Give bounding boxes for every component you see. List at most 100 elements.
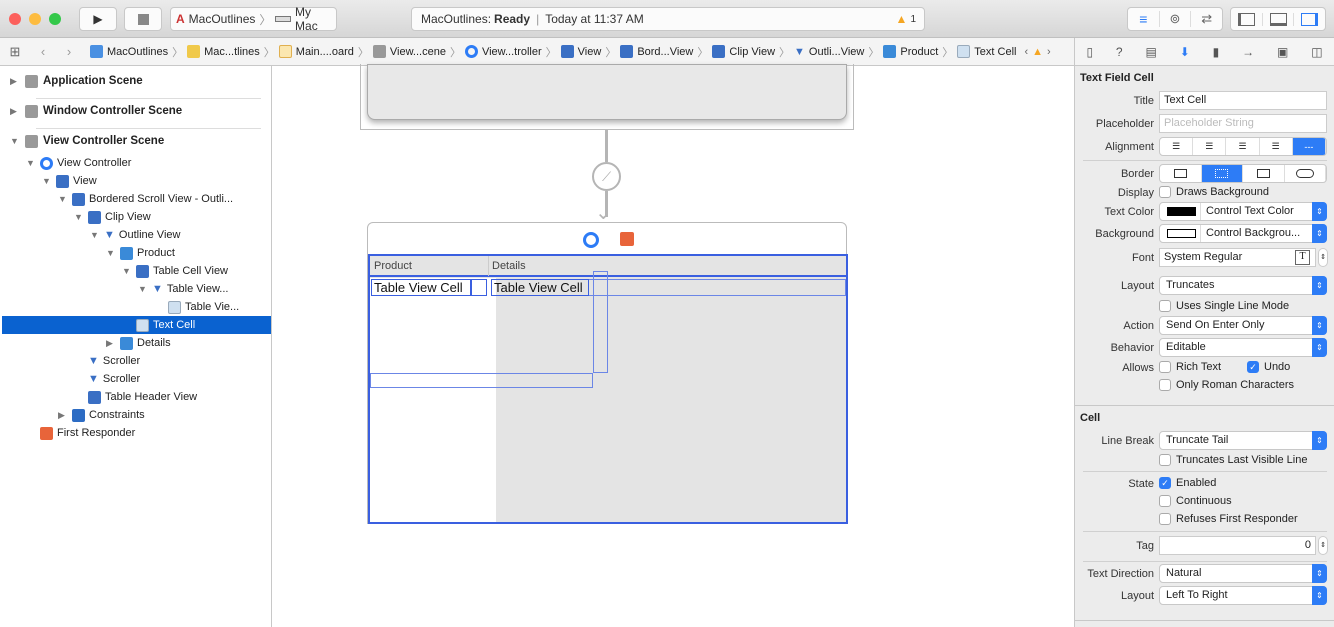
font-field[interactable]: System Regular <box>1159 248 1316 267</box>
bindings-inspector-icon[interactable]: ▣ <box>1277 45 1288 59</box>
size-inspector-icon[interactable]: ▮ <box>1213 45 1220 59</box>
outline-view[interactable]: Product Details Table View Cell Table Vi… <box>368 254 848 524</box>
single-line-checkbox[interactable]: Uses Single Line Mode <box>1159 300 1289 312</box>
placeholder-field[interactable]: Placeholder String <box>1159 114 1327 133</box>
outline-item-first-responder[interactable]: First Responder <box>40 424 135 442</box>
font-size-stepper[interactable]: ⇕ <box>1318 248 1328 267</box>
outline-item-table-cell-view[interactable]: ▼ Table Cell View <box>122 262 228 280</box>
crumb-scene[interactable]: View...cene <box>372 45 446 58</box>
stop-button[interactable] <box>124 7 162 31</box>
help-inspector-icon[interactable]: ? <box>1116 45 1123 59</box>
utilities-toggle-icon[interactable] <box>1294 12 1325 26</box>
view-controller-scene[interactable]: Product Details Table View Cell Table Vi… <box>367 222 848 524</box>
outline-item-table-header-view[interactable]: Table Header View <box>88 388 197 406</box>
crumb-outline-view[interactable]: ▼ Outli...View <box>794 46 864 58</box>
first-responder-icon[interactable] <box>620 232 634 246</box>
title-field[interactable]: Text Cell <box>1159 91 1327 110</box>
border-line-icon[interactable] <box>1201 165 1243 182</box>
warning-indicator[interactable]: ▲ 1 <box>896 12 916 26</box>
align-natural-icon[interactable]: --- <box>1292 138 1326 155</box>
vertical-scroller[interactable] <box>593 271 608 373</box>
crumb-view-controller[interactable]: View...troller <box>464 45 542 58</box>
effects-inspector-icon[interactable]: ◫ <box>1311 45 1322 59</box>
crumb-scroll-view[interactable]: Bord...View <box>620 45 693 58</box>
crumb-storyboard[interactable]: Main....oard <box>278 45 354 58</box>
product-cell[interactable]: Table View Cell <box>371 279 471 296</box>
version-editor-icon[interactable]: ⇄ <box>1191 11 1222 27</box>
action-popup[interactable]: Send On Enter Only ⇕ <box>1159 316 1327 335</box>
layout-direction-popup[interactable]: Left To Right ⇕ <box>1159 586 1327 605</box>
related-items-icon[interactable]: ⊞ <box>0 44 30 60</box>
crumb-project[interactable]: MacOutlines <box>90 45 168 58</box>
draws-background-checkbox[interactable]: Draws Background <box>1159 186 1269 198</box>
storyboard-canvas[interactable]: ⟋ ⌄ Product Details Table View Cell Tabl… <box>272 64 1074 627</box>
details-cell[interactable]: Table View Cell <box>491 279 589 296</box>
outline-item-scroll-view[interactable]: ▼ Bordered Scroll View - Outli... <box>58 190 233 208</box>
scene-view-controller[interactable]: ▼ View Controller Scene <box>10 132 164 150</box>
view-controller-icon[interactable] <box>583 232 599 248</box>
border-bezel-icon[interactable] <box>1243 165 1285 182</box>
zoom-window-button[interactable] <box>49 13 61 25</box>
text-color-popup[interactable]: Control Text Color ⇕ <box>1159 202 1327 221</box>
enabled-checkbox[interactable]: ✓ Enabled <box>1159 477 1216 489</box>
warning-icon[interactable]: ▲ <box>1032 46 1043 58</box>
background-color-popup[interactable]: Control Backgrou... ⇕ <box>1159 224 1327 243</box>
truncates-last-line-checkbox[interactable]: Truncates Last Visible Line <box>1159 454 1307 466</box>
column-header-product[interactable]: Product <box>374 260 412 272</box>
roman-characters-checkbox[interactable]: Only Roman Characters <box>1159 379 1294 391</box>
outline-item-view-controller[interactable]: ▼ View Controller <box>26 154 131 172</box>
crumb-view[interactable]: View <box>560 45 601 58</box>
attributes-inspector-icon[interactable]: ⬇ <box>1180 45 1190 59</box>
previous-issue-button[interactable]: ‹ <box>1024 46 1028 58</box>
crumb-folder[interactable]: Mac...tlines <box>187 45 260 58</box>
identity-inspector-icon[interactable]: ▤ <box>1145 45 1156 59</box>
align-right-icon[interactable]: ☰ <box>1226 138 1260 155</box>
connections-inspector-icon[interactable]: → <box>1242 45 1254 59</box>
minimize-window-button[interactable] <box>29 13 41 25</box>
outline-item-clip-view[interactable]: ▼ Clip View <box>74 208 151 226</box>
next-issue-button[interactable]: › <box>1047 46 1051 58</box>
behavior-popup[interactable]: Editable ⇕ <box>1159 338 1327 357</box>
align-justify-icon[interactable]: ☰ <box>1260 138 1293 155</box>
standard-editor-icon[interactable]: ≡ <box>1128 11 1160 27</box>
line-break-popup[interactable]: Truncate Tail ⇕ <box>1159 431 1327 450</box>
back-button[interactable]: ‹ <box>30 44 56 59</box>
crumb-text-cell[interactable]: Text Cell <box>957 45 1016 58</box>
outline-item-product[interactable]: ▼ Product <box>106 244 175 262</box>
close-window-button[interactable] <box>9 13 21 25</box>
border-none-icon[interactable] <box>1160 165 1202 182</box>
rich-text-checkbox[interactable]: Rich Text <box>1159 361 1221 373</box>
outline-item-outline-view[interactable]: ▼ ▼ Outline View <box>90 226 180 244</box>
outline-item-scroller-2[interactable]: ▼ Scroller <box>88 370 140 388</box>
file-inspector-icon[interactable]: ▯ <box>1086 45 1093 59</box>
outline-item-constraints[interactable]: ▶ Constraints <box>58 406 145 424</box>
refuses-first-responder-checkbox[interactable]: Refuses First Responder <box>1159 513 1298 525</box>
tag-stepper[interactable]: ⇕ <box>1318 536 1328 555</box>
scheme-selector[interactable]: A MacOutlines 〉 My Mac <box>170 5 337 33</box>
scene-application[interactable]: ▶ Application Scene <box>10 72 143 90</box>
text-direction-popup[interactable]: Natural ⇕ <box>1159 564 1327 583</box>
outline-item-details[interactable]: ▶ Details <box>106 334 171 352</box>
debug-toggle-icon[interactable] <box>1263 12 1295 26</box>
continuous-checkbox[interactable]: Continuous <box>1159 495 1232 507</box>
column-header-details[interactable]: Details <box>492 260 526 272</box>
scene-window-controller[interactable]: ▶ Window Controller Scene <box>10 102 182 120</box>
crumb-clip-view[interactable]: Clip View <box>712 45 775 58</box>
outline-item-text-cell-selected[interactable]: Text Cell <box>2 316 271 334</box>
undo-checkbox[interactable]: ✓ Undo <box>1247 361 1290 373</box>
outline-item-view[interactable]: ▼ View <box>42 172 97 190</box>
crumb-product[interactable]: Product <box>883 45 938 58</box>
forward-button[interactable]: › <box>56 44 82 59</box>
align-center-icon[interactable]: ☰ <box>1193 138 1227 155</box>
tag-field[interactable]: 0 <box>1159 536 1316 555</box>
font-picker-icon[interactable]: T <box>1295 250 1310 265</box>
border-rounded-icon[interactable] <box>1285 165 1326 182</box>
layout-popup[interactable]: Truncates ⇕ <box>1159 276 1327 295</box>
segue-icon[interactable]: ⟋ <box>592 162 621 191</box>
outline-item-scroller-1[interactable]: ▼ Scroller <box>88 352 140 370</box>
outline-item-table-view-cell[interactable]: Table Vie... <box>168 298 239 316</box>
horizontal-scroller[interactable] <box>370 373 593 388</box>
outline-item-table-view-text[interactable]: ▼ ▼ Table View... <box>138 280 228 298</box>
run-button[interactable]: ▶ <box>79 7 117 31</box>
navigator-toggle-icon[interactable] <box>1231 12 1263 26</box>
